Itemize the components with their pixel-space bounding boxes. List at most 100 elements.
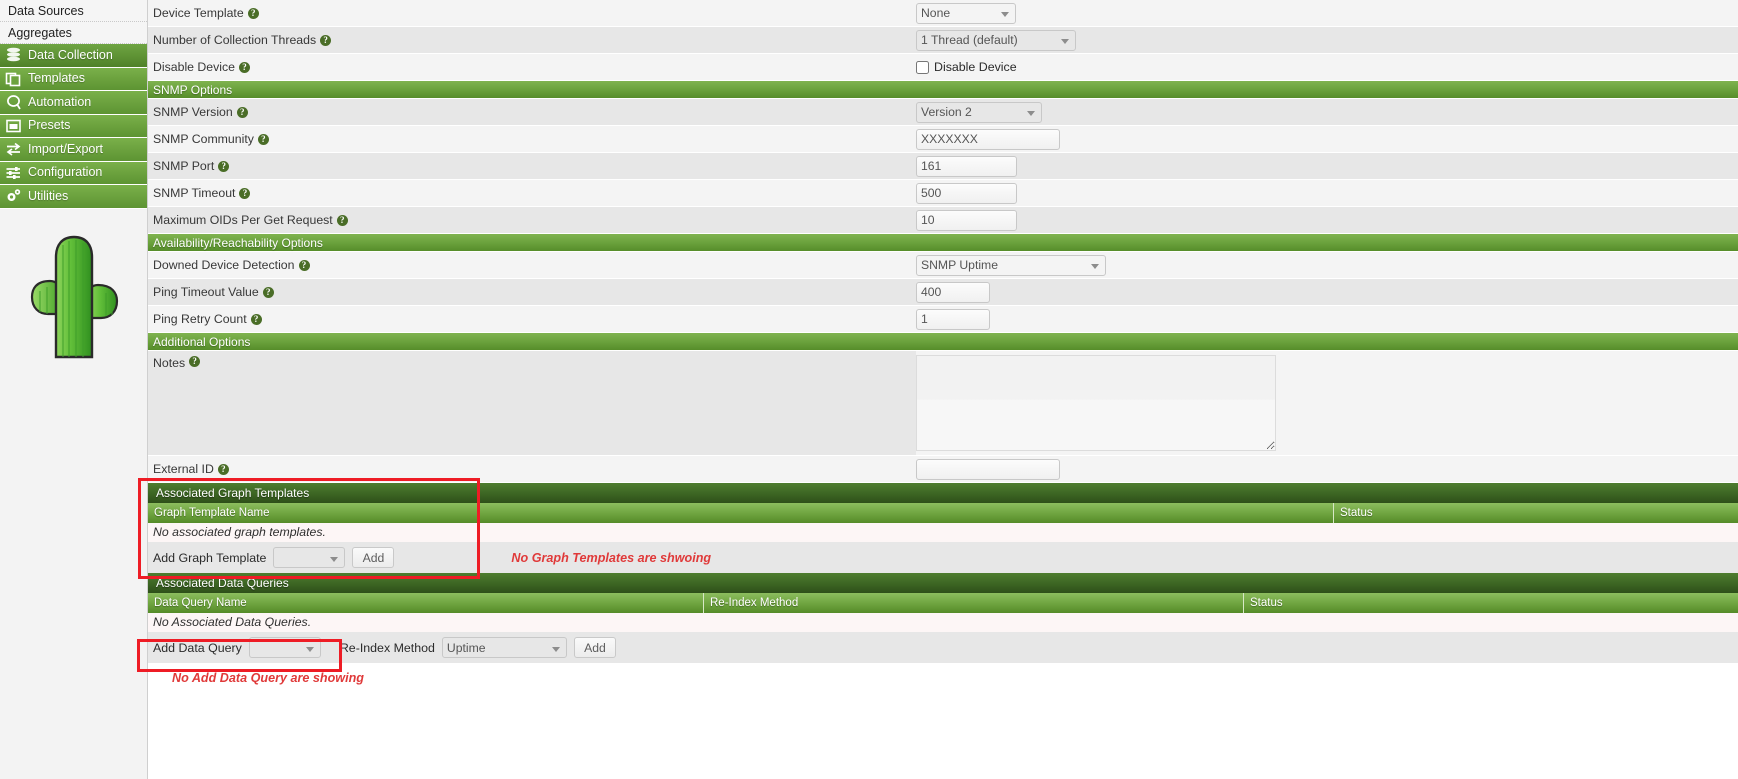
field-row-device-template: Device Template ? None bbox=[148, 0, 1738, 27]
snmp-version-select[interactable]: Version 2 bbox=[916, 101, 1042, 123]
sidebar-item-presets[interactable]: Presets bbox=[0, 114, 147, 138]
ping-retry-count-input[interactable] bbox=[916, 308, 990, 330]
section-header-availability: Availability/Reachability Options bbox=[148, 234, 1738, 252]
label-text: SNMP Version bbox=[153, 105, 233, 119]
sliders-icon bbox=[5, 165, 22, 181]
downed-device-detection-select[interactable]: SNMP Uptime bbox=[916, 254, 1106, 276]
add-graph-template-button[interactable]: Add bbox=[352, 547, 395, 568]
label-text: Ping Retry Count bbox=[153, 312, 247, 326]
section-header-additional-options: Additional Options bbox=[148, 333, 1738, 351]
field-control: None bbox=[916, 2, 1738, 24]
sidebar-item-label: Aggregates bbox=[8, 26, 72, 40]
field-row-disable-device: Disable Device ? Disable Device bbox=[148, 54, 1738, 81]
field-label: SNMP Port ? bbox=[148, 159, 916, 173]
help-icon[interactable]: ? bbox=[236, 106, 248, 118]
sidebar-item-label: Data Collection bbox=[28, 47, 113, 62]
field-row-ping-timeout: Ping Timeout Value ? bbox=[148, 279, 1738, 306]
field-label: SNMP Version ? bbox=[148, 105, 916, 119]
label-text: Ping Timeout Value bbox=[153, 285, 259, 299]
label-text: SNMP Community bbox=[153, 132, 254, 146]
field-row-collection-threads: Number of Collection Threads ? 1 Thread … bbox=[148, 27, 1738, 54]
field-control bbox=[916, 182, 1738, 204]
snmp-community-input[interactable] bbox=[916, 128, 1060, 150]
help-icon[interactable]: ? bbox=[247, 7, 259, 19]
reindex-method-select[interactable]: Uptime bbox=[441, 637, 567, 658]
snmp-timeout-input[interactable] bbox=[916, 182, 1017, 204]
help-icon[interactable]: ? bbox=[218, 160, 230, 172]
add-graph-template-select[interactable] bbox=[273, 547, 346, 568]
field-control: Version 2 bbox=[916, 101, 1738, 123]
help-icon[interactable]: ? bbox=[262, 286, 274, 298]
graph-templates-annotation: No Graph Templates are shwoing bbox=[511, 550, 712, 565]
sidebar: Data Sources Aggregates Data Collection bbox=[0, 0, 148, 779]
section-header-associated-graph-templates: Associated Graph Templates bbox=[148, 483, 1738, 503]
field-row-snmp-community: SNMP Community ? bbox=[148, 126, 1738, 153]
disable-device-checkbox[interactable] bbox=[916, 60, 929, 74]
column-data-query-name: Data Query Name bbox=[154, 597, 247, 609]
column-data-query-status: Status bbox=[1243, 593, 1738, 613]
field-control bbox=[916, 128, 1738, 150]
sidebar-item-data-collection[interactable]: Data Collection bbox=[0, 44, 147, 68]
help-icon[interactable]: ? bbox=[217, 463, 229, 475]
copy-icon bbox=[5, 71, 22, 87]
collection-threads-select-wrap: 1 Thread (default) bbox=[916, 29, 1076, 51]
help-icon[interactable]: ? bbox=[336, 214, 348, 226]
device-template-select-wrap: None bbox=[916, 2, 1016, 24]
sidebar-item-utilities[interactable]: Utilities bbox=[0, 185, 147, 209]
add-data-query-select-wrap bbox=[248, 637, 321, 658]
help-icon[interactable]: ? bbox=[239, 187, 251, 199]
add-data-query-select[interactable] bbox=[248, 637, 321, 658]
field-row-max-oids: Maximum OIDs Per Get Request ? bbox=[148, 207, 1738, 234]
help-icon[interactable]: ? bbox=[239, 61, 251, 73]
column-graph-template-status: Status bbox=[1333, 503, 1738, 523]
graph-templates-column-header: Graph Template Name Status bbox=[148, 503, 1738, 523]
help-icon[interactable]: ? bbox=[320, 34, 332, 46]
add-graph-template-row: Add Graph Template Add No Graph Template… bbox=[148, 542, 1738, 573]
max-oids-input[interactable] bbox=[916, 209, 1017, 231]
device-template-select[interactable]: None bbox=[916, 2, 1016, 24]
field-control: SNMP Uptime bbox=[916, 254, 1738, 276]
cacti-device-edit-page: Data Sources Aggregates Data Collection bbox=[0, 0, 1738, 779]
field-label: Ping Timeout Value ? bbox=[148, 285, 916, 299]
column-graph-template-name: Graph Template Name bbox=[154, 507, 270, 519]
reindex-method-select-wrap: Uptime bbox=[441, 637, 567, 658]
sidebar-item-templates[interactable]: Templates bbox=[0, 67, 147, 91]
field-row-notes: Notes ? bbox=[148, 351, 1738, 456]
field-label: Maximum OIDs Per Get Request ? bbox=[148, 213, 916, 227]
sidebar-item-configuration[interactable]: Configuration bbox=[0, 161, 147, 185]
collection-threads-select[interactable]: 1 Thread (default) bbox=[916, 29, 1076, 51]
help-icon[interactable]: ? bbox=[250, 313, 262, 325]
help-icon[interactable]: ? bbox=[189, 356, 201, 367]
help-icon[interactable]: ? bbox=[298, 259, 310, 271]
label-text: Number of Collection Threads bbox=[153, 33, 317, 47]
label-text: SNMP Timeout bbox=[153, 186, 236, 200]
add-data-query-label: Add Data Query bbox=[153, 640, 242, 655]
column-data-query-reindex: Re-Index Method bbox=[703, 593, 1243, 613]
sidebar-item-automation[interactable]: Automation bbox=[0, 91, 147, 115]
field-row-external-id: External ID ? bbox=[148, 456, 1738, 483]
external-id-input[interactable] bbox=[916, 458, 1060, 480]
notes-textarea[interactable] bbox=[916, 355, 1276, 451]
field-label: SNMP Timeout ? bbox=[148, 186, 916, 200]
gears-icon bbox=[5, 188, 22, 204]
field-row-snmp-version: SNMP Version ? Version 2 bbox=[148, 99, 1738, 126]
field-control bbox=[916, 209, 1738, 231]
ping-timeout-input[interactable] bbox=[916, 281, 990, 303]
sidebar-item-label: Templates bbox=[28, 71, 85, 85]
add-graph-template-label: Add Graph Template bbox=[153, 550, 267, 565]
sidebar-item-import-export[interactable]: Import/Export bbox=[0, 138, 147, 162]
help-icon[interactable]: ? bbox=[257, 133, 269, 145]
field-row-snmp-timeout: SNMP Timeout ? bbox=[148, 180, 1738, 207]
label-text: Notes bbox=[153, 356, 186, 370]
sidebar-item-data-sources[interactable]: Data Sources bbox=[0, 0, 147, 22]
field-row-downed-device-detection: Downed Device Detection ? SNMP Uptime bbox=[148, 252, 1738, 279]
add-data-query-button[interactable]: Add bbox=[573, 637, 616, 658]
graph-templates-empty-message: No associated graph templates. bbox=[148, 523, 1738, 542]
sidebar-item-label: Import/Export bbox=[28, 141, 104, 156]
snmp-port-input[interactable] bbox=[916, 155, 1017, 177]
label-text: Disable Device bbox=[153, 60, 236, 74]
field-label: Number of Collection Threads ? bbox=[148, 33, 916, 47]
field-control bbox=[916, 281, 1738, 303]
field-row-ping-retry-count: Ping Retry Count ? bbox=[148, 306, 1738, 333]
sidebar-item-aggregates[interactable]: Aggregates bbox=[0, 22, 147, 44]
